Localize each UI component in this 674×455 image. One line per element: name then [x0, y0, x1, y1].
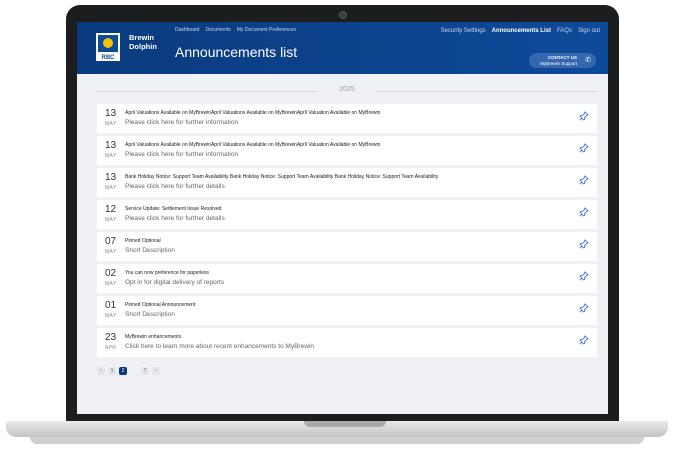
nav-faqs[interactable]: FAQs — [557, 28, 572, 34]
pin-icon[interactable] — [579, 207, 589, 217]
contact-sublabel: MyBrewin Support — [540, 61, 577, 66]
nav-announcements-list[interactable]: Announcements List — [492, 28, 551, 34]
announcement-description[interactable]: Short Description — [125, 311, 175, 318]
pin-icon[interactable] — [579, 335, 589, 345]
announcement-month: MAY — [105, 281, 117, 287]
brand-line-1: Brewin — [129, 33, 155, 42]
announcement-item[interactable]: 13 MAY Bank Holiday Notice: Support Team A… — [97, 168, 597, 197]
announcement-item[interactable]: 01 MAY Pinned Optional Announcement Short D… — [97, 296, 597, 325]
announcement-item[interactable]: 07 MAY Pinned Optional Short Description — [97, 232, 597, 261]
announcement-description[interactable]: Please click here for further informatio… — [125, 151, 238, 158]
site-header: RBC Brewin Dolphin Dashboard Documents M… — [77, 22, 608, 74]
laptop-base-notch — [304, 421, 386, 427]
nav-dashboard[interactable]: Dashboard — [175, 27, 199, 33]
announcement-day: 13 — [105, 108, 117, 119]
announcement-item[interactable]: 12 MAY Service Update: Settlement Issue Re… — [97, 200, 597, 229]
page-button[interactable] — [130, 367, 138, 375]
pin-icon[interactable] — [579, 271, 589, 281]
announcement-month: MAY — [105, 121, 117, 127]
announcement-description[interactable]: Short Description — [125, 247, 175, 254]
announcement-description[interactable]: Please click here for further informatio… — [125, 119, 238, 126]
page-button[interactable]: 2 — [119, 367, 127, 375]
prev-page-button[interactable]: ‹ — [97, 367, 105, 375]
svg-text:RBC: RBC — [102, 55, 116, 61]
laptop-frame: RBC Brewin Dolphin Dashboard Documents M… — [0, 0, 674, 455]
nav-documents[interactable]: Documents — [205, 27, 230, 33]
brand-name: Brewin Dolphin — [129, 33, 157, 51]
announcement-day: 01 — [105, 300, 117, 311]
announcement-month: APR — [105, 345, 117, 351]
year-divider: 2025 — [97, 86, 597, 96]
nav-document-preferences[interactable]: My Document Preferences — [237, 27, 296, 33]
right-nav: Security Settings Announcements List FAQ… — [441, 28, 600, 34]
announcement-day: 12 — [105, 204, 117, 215]
laptop-shadow — [30, 437, 644, 444]
nav-security-settings[interactable]: Security Settings — [441, 28, 486, 34]
announcement-item[interactable]: 23 APR MyBrewin enhancements Click here to … — [97, 328, 597, 357]
announcement-month: MAY — [105, 185, 117, 191]
announcement-day: 13 — [105, 140, 117, 151]
announcement-title: Bank Holiday Notice: Support Team Availa… — [125, 174, 439, 180]
announcement-day: 23 — [105, 332, 117, 343]
announcement-title: April Valuations Available on MyBrewinAp… — [125, 110, 381, 116]
brand-line-2: Dolphin — [129, 42, 157, 51]
screen: RBC Brewin Dolphin Dashboard Documents M… — [77, 22, 608, 414]
pin-icon[interactable] — [579, 239, 589, 249]
announcement-title: Pinned Optional — [125, 238, 161, 244]
announcement-month: MAY — [105, 249, 117, 255]
next-page-button[interactable]: › — [152, 367, 160, 375]
announcement-title: Pinned Optional Announcement — [125, 302, 196, 308]
announcement-title: April Valuations Available on MyBrewinAp… — [125, 142, 381, 148]
announcement-month: MAY — [105, 153, 117, 159]
pagination: ‹ 1 2 7 › — [97, 367, 160, 375]
divider-line — [377, 91, 597, 92]
announcement-description[interactable]: Please click here for further details — [125, 183, 225, 190]
phone-icon: ✆ — [585, 57, 591, 64]
page-button[interactable]: 1 — [108, 367, 116, 375]
announcement-description[interactable]: Please click here for further details — [125, 215, 225, 222]
announcement-day: 07 — [105, 236, 117, 247]
announcement-title: MyBrewin enhancements — [125, 334, 182, 340]
contact-us-button[interactable]: CONTACT US MyBrewin Support ✆ — [529, 53, 596, 68]
announcement-month: MAY — [105, 313, 117, 319]
rbc-logo: RBC — [96, 33, 120, 61]
pin-icon[interactable] — [579, 303, 589, 313]
contact-label: CONTACT US — [547, 55, 577, 60]
announcement-item[interactable]: 02 MAY You can now preference for paperles… — [97, 264, 597, 293]
page-button[interactable]: 7 — [141, 367, 149, 375]
pin-icon[interactable] — [579, 143, 589, 153]
nav-sign-out[interactable]: Sign out — [578, 28, 600, 34]
announcement-day: 02 — [105, 268, 117, 279]
announcement-title: Service Update: Settlement Issue Resolve… — [125, 206, 222, 212]
announcement-item[interactable]: 13 MAY April Valuations Available on MyBre… — [97, 104, 597, 133]
announcement-description[interactable]: Click here to learn more about recent en… — [125, 343, 314, 350]
announcement-day: 13 — [105, 172, 117, 183]
announcement-item[interactable]: 13 MAY April Valuations Available on MyBre… — [97, 136, 597, 165]
announcement-month: MAY — [105, 217, 117, 223]
announcement-list: 13 MAY April Valuations Available on MyBre… — [97, 104, 597, 360]
announcement-title: You can now preference for paperless — [125, 270, 210, 276]
camera-icon — [339, 11, 347, 19]
pin-icon[interactable] — [579, 175, 589, 185]
page-title: Announcements list — [175, 44, 298, 60]
announcement-description[interactable]: Opt in for digital delivery of reports — [125, 279, 224, 286]
top-nav: Dashboard Documents My Document Preferen… — [175, 27, 296, 33]
pin-icon[interactable] — [579, 111, 589, 121]
